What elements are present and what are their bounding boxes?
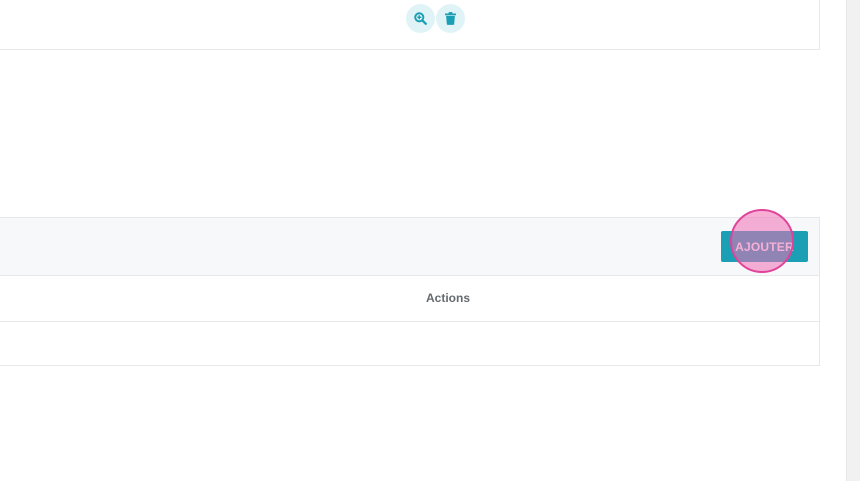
column-header-actions: Actions bbox=[425, 291, 470, 305]
add-button[interactable]: AJOUTER bbox=[721, 231, 808, 262]
top-card bbox=[0, 0, 820, 50]
page: AJOUTER Actions bbox=[0, 0, 860, 481]
card-header: AJOUTER bbox=[0, 218, 819, 276]
table-header: Actions bbox=[0, 276, 819, 322]
zoom-in-icon bbox=[414, 12, 427, 25]
view-details-button[interactable] bbox=[406, 4, 435, 33]
delete-button[interactable] bbox=[436, 4, 465, 33]
table-row bbox=[0, 322, 819, 365]
trash-icon bbox=[445, 12, 456, 25]
list-card: AJOUTER Actions bbox=[0, 217, 820, 366]
page-scrollbar[interactable] bbox=[846, 0, 860, 481]
